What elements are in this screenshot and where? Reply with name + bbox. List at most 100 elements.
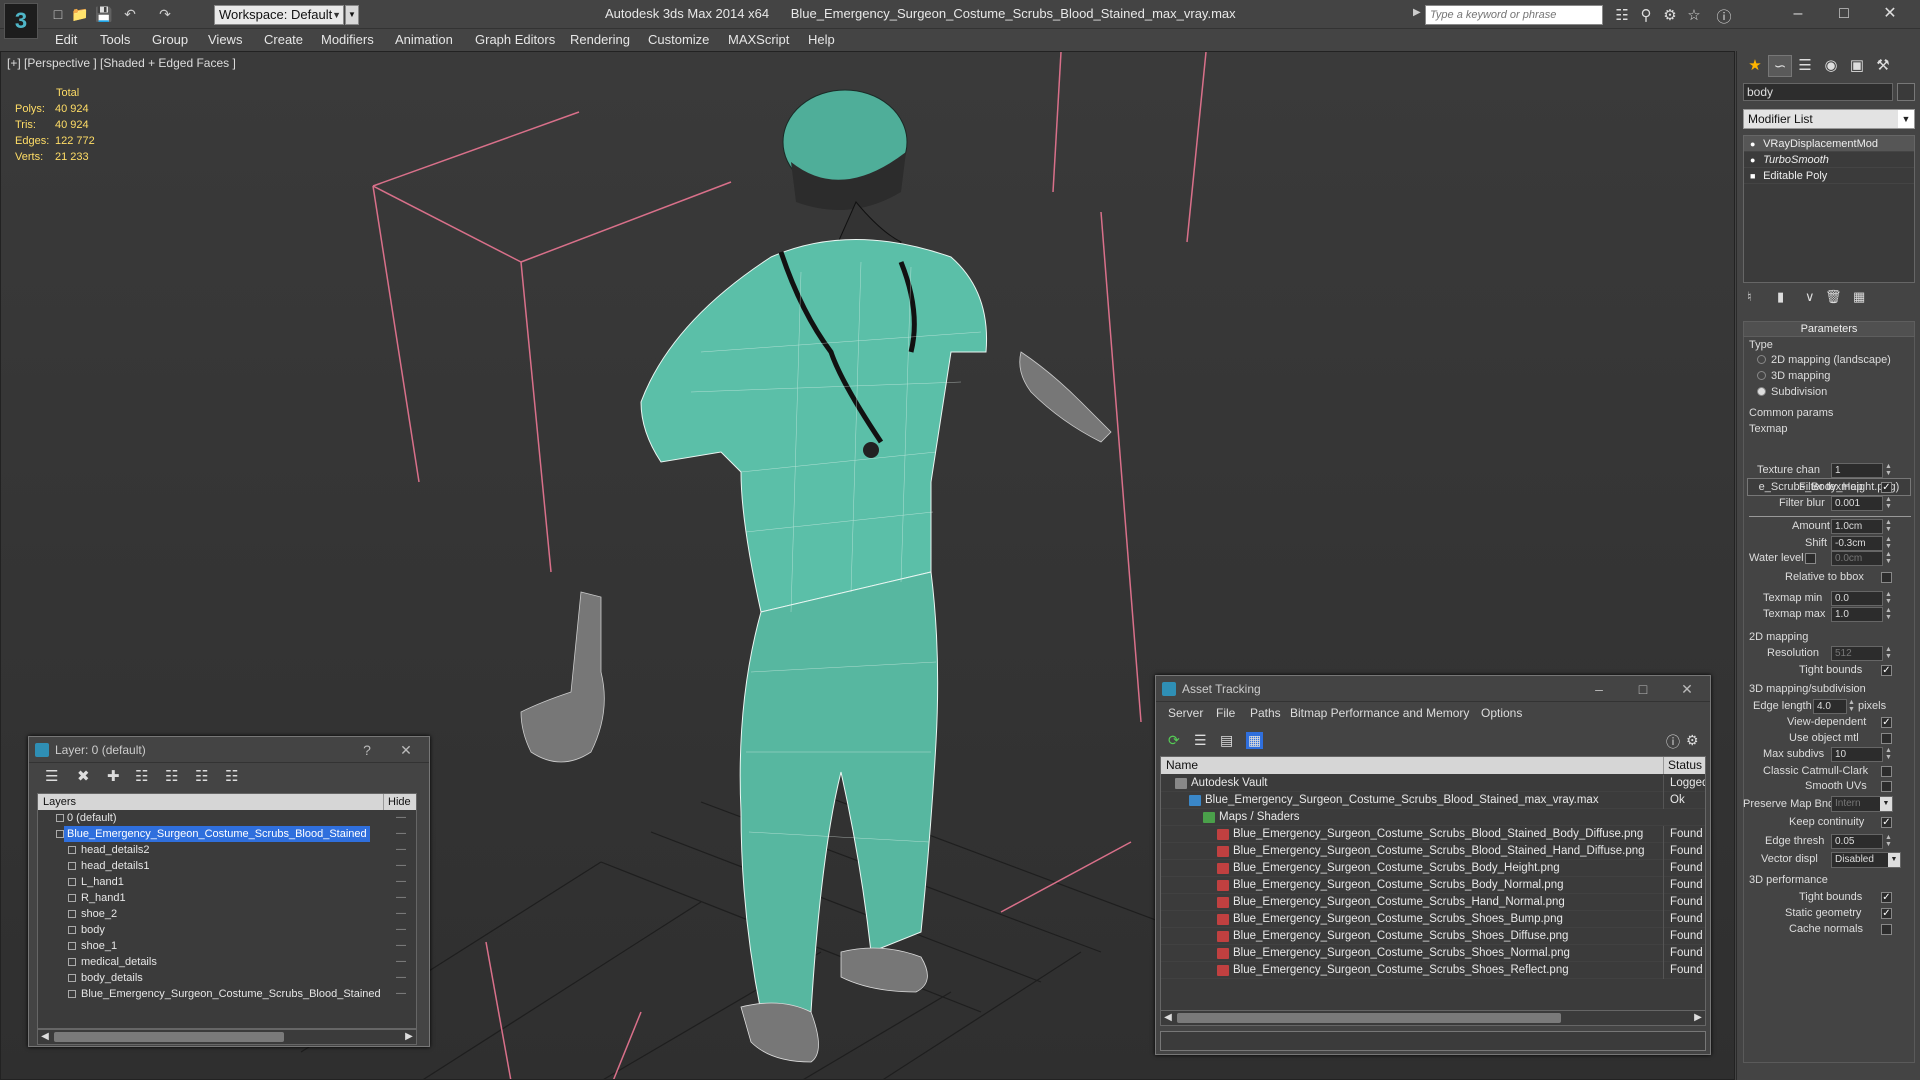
water-level-checkbox[interactable] xyxy=(1805,553,1816,564)
static-geometry-checkbox[interactable]: ✓ xyxy=(1881,908,1892,919)
list-view-icon[interactable]: ☰ xyxy=(1194,732,1207,749)
stack-item-turbosmooth[interactable]: ● TurboSmooth xyxy=(1744,152,1914,168)
spinner-arrows-icon[interactable]: ▲ ▼ xyxy=(1885,496,1893,511)
classic-catmull-checkbox[interactable] xyxy=(1881,766,1892,777)
menu-maxscript[interactable]: MAXScript xyxy=(728,32,789,47)
settings-icon[interactable]: ⚙ xyxy=(1686,732,1699,749)
name-column-header[interactable]: Name xyxy=(1166,757,1198,774)
layer-row[interactable]: head_details1 — xyxy=(38,858,416,874)
radio-2d-mapping[interactable]: 2D mapping (landscape) xyxy=(1757,354,1891,366)
modify-tab-icon[interactable]: ∽ xyxy=(1768,55,1792,77)
asset-path-field[interactable] xyxy=(1160,1031,1706,1051)
spinner-arrows-icon[interactable]: ▲ ▼ xyxy=(1885,551,1893,566)
perf-tight-bounds-checkbox[interactable]: ✓ xyxy=(1881,892,1892,903)
object-color-swatch[interactable] xyxy=(1897,83,1915,101)
asset-row[interactable]: Autodesk Vault Logged xyxy=(1161,775,1705,792)
layer-row[interactable]: head_details2 — xyxy=(38,842,416,858)
help-icon[interactable]: ⓘ xyxy=(1666,732,1680,752)
layer-row[interactable]: medical_details — xyxy=(38,954,416,970)
menu-rendering[interactable]: Rendering xyxy=(570,32,630,47)
menu-create[interactable]: Create xyxy=(264,32,303,47)
minimize-button[interactable]: – xyxy=(1780,3,1816,25)
spinner-arrows-icon[interactable]: ▲ ▼ xyxy=(1885,463,1893,478)
hide-toggle-icon[interactable]: — xyxy=(396,970,406,986)
layers-column-header[interactable]: Layers xyxy=(43,794,76,810)
add-to-layer-icon[interactable]: ✚ xyxy=(107,767,120,785)
hide-toggle-icon[interactable]: — xyxy=(396,954,406,970)
help-icon[interactable]: ⓘ xyxy=(1714,6,1734,27)
create-tab-icon[interactable]: ★ xyxy=(1743,55,1767,77)
select-layer-icon[interactable]: ☷ xyxy=(165,767,178,785)
hide-all-layers-icon[interactable]: ☷ xyxy=(225,767,238,785)
workspace-select[interactable]: Workspace: Default ▼ xyxy=(214,5,344,25)
asset-row[interactable]: Blue_Emergency_Surgeon_Costume_Scrubs_Bl… xyxy=(1161,843,1705,860)
resolution-spinner[interactable]: 512 xyxy=(1831,646,1883,661)
layer-row[interactable]: body — xyxy=(38,922,416,938)
radio-3d-mapping[interactable]: 3D mapping xyxy=(1757,370,1830,382)
preserve-map-bnd-dropdown[interactable]: Intern ▼ xyxy=(1831,796,1893,812)
modifier-list-dropdown[interactable]: Modifier List ▼ xyxy=(1743,109,1915,129)
thumbnail-view-icon[interactable]: ▤ xyxy=(1220,732,1233,749)
maximize-icon[interactable]: □ xyxy=(1632,679,1654,699)
scroll-right-icon[interactable]: ▶ xyxy=(1691,1011,1705,1025)
max-subdivs-spinner[interactable]: 10 xyxy=(1831,747,1883,762)
menu-edit[interactable]: Edit xyxy=(55,32,77,47)
spinner-arrows-icon[interactable]: ▲ ▼ xyxy=(1885,607,1893,622)
menu-graph-editors[interactable]: Graph Editors xyxy=(475,32,555,47)
water-level-spinner[interactable]: 0.0cm xyxy=(1831,551,1883,566)
asset-menu-options[interactable]: Options xyxy=(1481,706,1522,720)
hide-toggle-icon[interactable]: — xyxy=(396,906,406,922)
refresh-icon[interactable]: ⟳ xyxy=(1168,732,1180,749)
create-layer-icon[interactable]: ☰ xyxy=(45,767,58,785)
layer-row[interactable]: shoe_1 — xyxy=(38,938,416,954)
edge-length-spinner[interactable]: 4.0 xyxy=(1813,699,1847,714)
hide-toggle-icon[interactable]: — xyxy=(396,810,406,826)
asset-row[interactable]: Maps / Shaders xyxy=(1161,809,1705,826)
hide-toggle-icon[interactable]: — xyxy=(396,874,406,890)
search-expand-icon[interactable]: ▶ xyxy=(1413,7,1421,18)
menu-help[interactable]: Help xyxy=(808,32,835,47)
relative-bbox-checkbox[interactable] xyxy=(1881,572,1892,583)
redo-icon[interactable]: ↷ xyxy=(155,5,175,23)
texmap-max-spinner[interactable]: 1.0 xyxy=(1831,607,1883,622)
exchange-icon[interactable]: ⚙ xyxy=(1660,6,1680,24)
asset-row[interactable]: Blue_Emergency_Surgeon_Costume_Scrubs_Sh… xyxy=(1161,945,1705,962)
search-input[interactable] xyxy=(1425,5,1603,25)
asset-menu-bitmap-performance[interactable]: Bitmap Performance and Memory xyxy=(1290,706,1469,720)
hide-toggle-icon[interactable]: — xyxy=(396,826,406,842)
menu-tools[interactable]: Tools xyxy=(100,32,130,47)
asset-row[interactable]: Blue_Emergency_Surgeon_Costume_Scrubs_Sh… xyxy=(1161,928,1705,945)
asset-table[interactable]: Name Status Autodesk Vault Logged Blue_Eme… xyxy=(1160,756,1706,1026)
layer-row[interactable]: shoe_2 — xyxy=(38,906,416,922)
app-logo-button[interactable]: 3 xyxy=(4,3,38,39)
asset-menu-file[interactable]: File xyxy=(1216,706,1235,720)
hide-toggle-icon[interactable]: — xyxy=(396,922,406,938)
hide-toggle-icon[interactable]: — xyxy=(396,858,406,874)
binoculars-icon[interactable]: ☷ xyxy=(1612,6,1632,24)
vector-displ-dropdown[interactable]: Disabled ▼ xyxy=(1831,852,1901,868)
texture-chan-spinner[interactable]: 1 xyxy=(1831,463,1883,478)
table-view-icon[interactable]: ▦ xyxy=(1246,732,1264,749)
spinner-arrows-icon[interactable]: ▲ ▼ xyxy=(1885,591,1893,606)
lightbulb-icon[interactable]: ● xyxy=(1750,152,1760,168)
modifier-stack[interactable]: ● VRayDisplacementMod ● TurboSmooth ■ Ed… xyxy=(1743,135,1915,283)
hide-toggle-icon[interactable]: — xyxy=(396,938,406,954)
spinner-arrows-icon[interactable]: ▲ ▼ xyxy=(1885,834,1893,849)
close-button[interactable]: ✕ xyxy=(1872,3,1908,25)
asset-row[interactable]: Blue_Emergency_Surgeon_Costume_Scrubs_Bl… xyxy=(1161,792,1705,809)
filter-texmap-checkbox[interactable]: ✓ xyxy=(1881,482,1892,493)
remove-modifier-icon[interactable]: 🗑 xyxy=(1825,289,1842,305)
texmap-min-spinner[interactable]: 0.0 xyxy=(1831,591,1883,606)
radio-subdivision[interactable]: Subdivision xyxy=(1757,386,1827,398)
workspace-dropdown-button[interactable]: ▼ xyxy=(345,5,359,25)
layer-window-titlebar[interactable]: Layer: 0 (default) ? ✕ xyxy=(29,737,429,763)
favorites-star-icon[interactable]: ☆ xyxy=(1684,6,1704,24)
tight-bounds-checkbox[interactable]: ✓ xyxy=(1881,665,1892,676)
hide-toggle-icon[interactable]: — xyxy=(396,986,406,1002)
pin-stack-icon[interactable]: ♮ xyxy=(1747,289,1752,305)
smooth-uvs-checkbox[interactable] xyxy=(1881,781,1892,792)
menu-modifiers[interactable]: Modifiers xyxy=(321,32,374,47)
hierarchy-tab-icon[interactable]: ☰ xyxy=(1793,55,1817,77)
asset-menu-paths[interactable]: Paths xyxy=(1250,706,1281,720)
view-dependent-checkbox[interactable]: ✓ xyxy=(1881,717,1892,728)
